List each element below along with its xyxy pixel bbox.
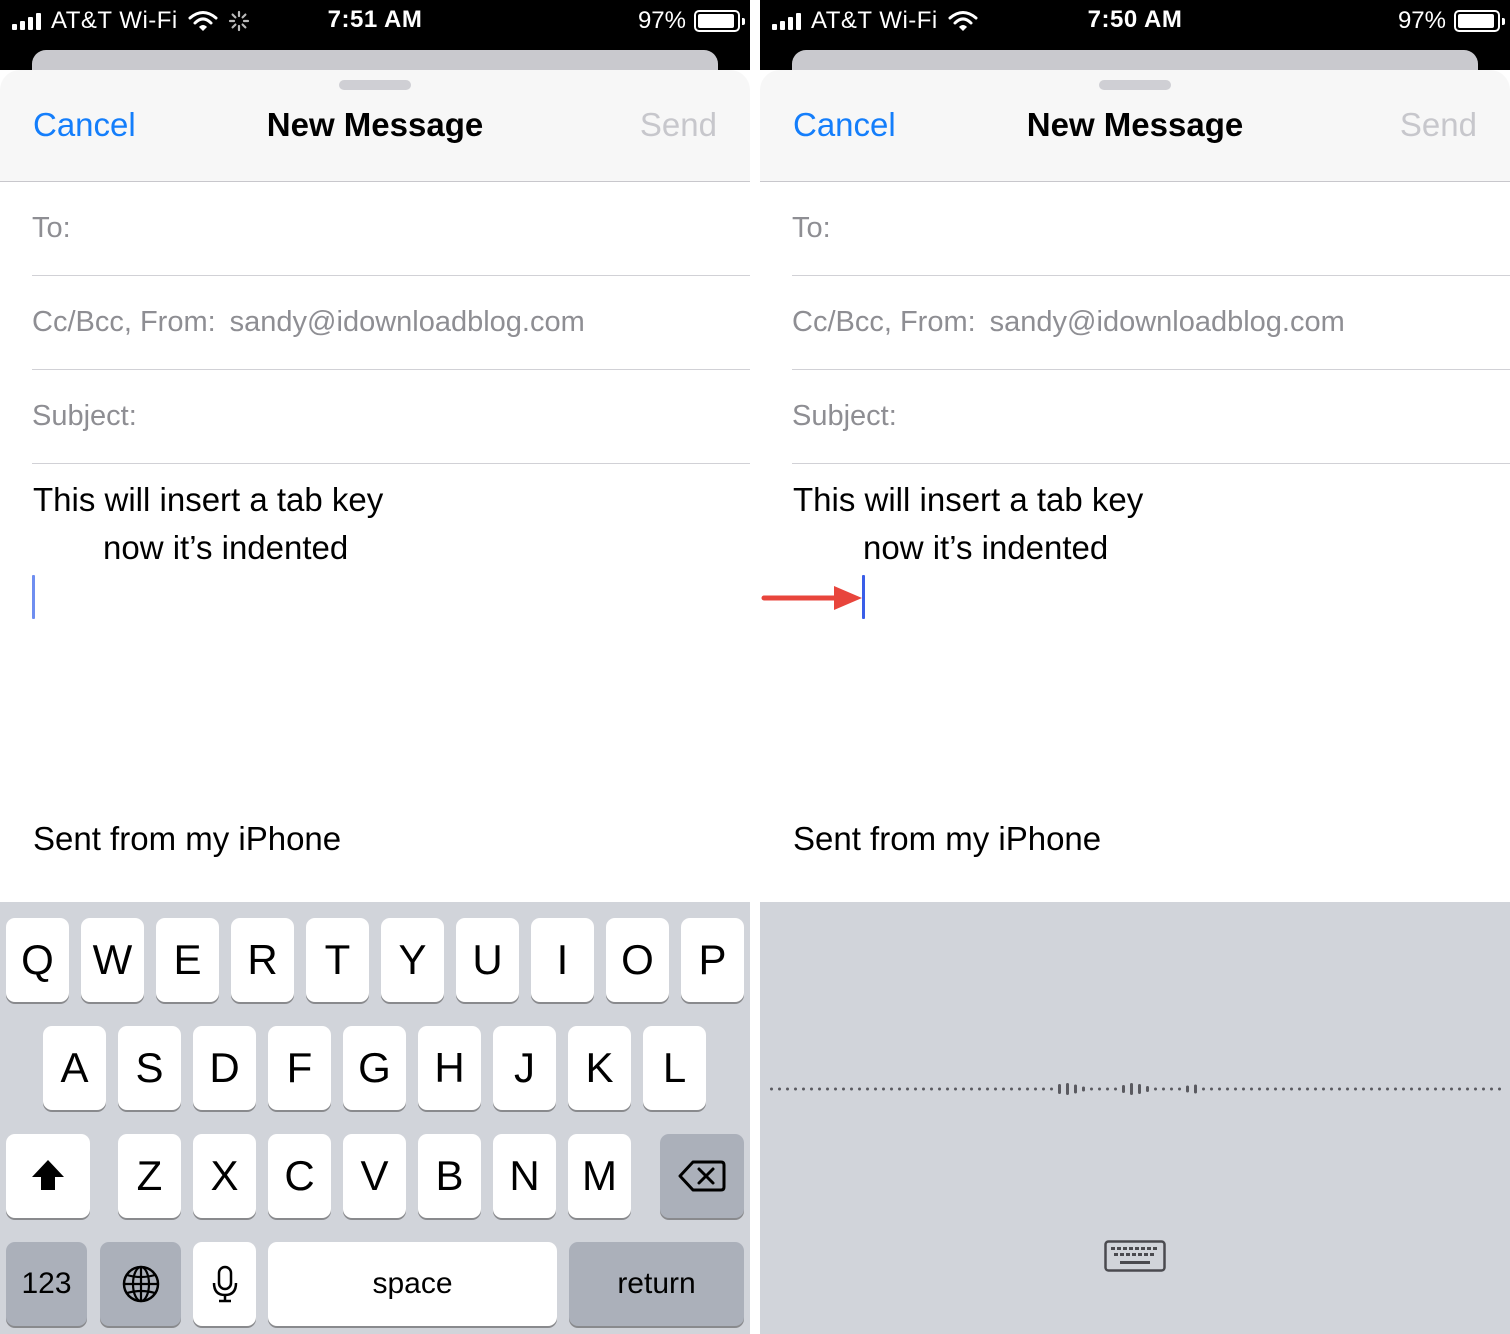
key-z[interactable]: Z — [118, 1134, 181, 1218]
red-arrow-icon — [761, 586, 862, 610]
compose-screen-right: AT&T Wi-Fi 7:50 AM 97% Cancel New Messag… — [760, 0, 1510, 1334]
to-label: To: — [32, 212, 71, 244]
shift-icon — [32, 1160, 64, 1190]
key-l[interactable]: L — [643, 1026, 706, 1110]
from-address: sandy@idownloadblog.com — [989, 306, 1345, 338]
compose-screen-left: AT&T Wi-Fi 7:51 AM 97% Cancel New Messag… — [0, 0, 750, 1334]
key-a[interactable]: A — [43, 1026, 106, 1110]
key-i[interactable]: I — [531, 918, 594, 1002]
send-button[interactable]: Send — [640, 106, 717, 144]
signature-text: Sent from my iPhone — [793, 820, 1102, 857]
to-label: To: — [792, 212, 831, 244]
battery-icon — [1454, 10, 1505, 32]
key-g[interactable]: G — [343, 1026, 406, 1110]
key-p[interactable]: P — [681, 918, 744, 1002]
cc-from-label: Cc/Bcc, From: — [792, 306, 976, 338]
subject-field[interactable]: Subject: — [32, 370, 750, 464]
cc-bcc-from-field[interactable]: Cc/Bcc, From: sandy@idownloadblog.com — [792, 276, 1510, 370]
send-button[interactable]: Send — [1400, 106, 1477, 144]
key-n[interactable]: N — [493, 1134, 556, 1218]
body-text-line-indented: now it’s indented — [103, 529, 349, 566]
key-c[interactable]: C — [268, 1134, 331, 1218]
key-q[interactable]: Q — [6, 918, 69, 1002]
key-e[interactable]: E — [156, 918, 219, 1002]
dictation-waveform-icon — [770, 1083, 1501, 1095]
key-k[interactable]: K — [568, 1026, 631, 1110]
key-y[interactable]: Y — [381, 918, 444, 1002]
signature-text: Sent from my iPhone — [33, 820, 342, 857]
microphone-icon — [212, 1265, 237, 1303]
panel-divider — [750, 0, 760, 1334]
compose-nav-bar: Cancel New Message Send — [760, 70, 1510, 182]
key-v[interactable]: V — [343, 1134, 406, 1218]
key-j[interactable]: J — [493, 1026, 556, 1110]
key-s[interactable]: S — [118, 1026, 181, 1110]
sheet-grabber[interactable] — [339, 80, 411, 90]
battery-percentage: 97% — [1397, 7, 1446, 34]
shift-key[interactable] — [6, 1134, 90, 1218]
key-u[interactable]: U — [456, 918, 519, 1002]
body-text-line-indented: now it’s indented — [863, 529, 1109, 566]
battery-icon — [694, 10, 745, 32]
cancel-button[interactable]: Cancel — [33, 106, 136, 144]
dictation-key[interactable] — [193, 1242, 256, 1326]
cancel-button[interactable]: Cancel — [793, 106, 896, 144]
cc-from-label: Cc/Bcc, From: — [32, 306, 216, 338]
return-key[interactable]: return — [569, 1242, 744, 1326]
key-x[interactable]: X — [193, 1134, 256, 1218]
keyboard-icon — [1104, 1240, 1166, 1272]
keyboard-toggle-button[interactable] — [1104, 1240, 1166, 1272]
key-b[interactable]: B — [418, 1134, 481, 1218]
key-m[interactable]: M — [568, 1134, 631, 1218]
body-text-line: This will insert a tab key — [793, 481, 1144, 518]
key-o[interactable]: O — [606, 918, 669, 1002]
status-right: 97% — [637, 6, 745, 36]
subject-field[interactable]: Subject: — [792, 370, 1510, 464]
key-f[interactable]: F — [268, 1026, 331, 1110]
to-field[interactable]: To: — [32, 182, 750, 276]
delete-key[interactable] — [660, 1134, 744, 1218]
compose-nav-bar: Cancel New Message Send — [0, 70, 750, 182]
to-field[interactable]: To: — [792, 182, 1510, 276]
sheet-grabber[interactable] — [1099, 80, 1171, 90]
cc-bcc-from-field[interactable]: Cc/Bcc, From: sandy@idownloadblog.com — [32, 276, 750, 370]
key-t[interactable]: T — [306, 918, 369, 1002]
globe-key[interactable] — [100, 1242, 181, 1326]
battery-percentage: 97% — [637, 7, 686, 34]
body-text-line: This will insert a tab key — [33, 481, 384, 518]
text-cursor — [32, 575, 35, 619]
delete-icon — [678, 1160, 726, 1192]
keyboard: Q W E R T Y U I O P A S D F G H J K L Z … — [0, 902, 750, 1334]
key-d[interactable]: D — [193, 1026, 256, 1110]
subject-label: Subject: — [32, 400, 137, 432]
status-right: 97% — [1397, 6, 1505, 36]
dictation-panel — [760, 902, 1510, 1334]
numbers-key[interactable]: 123 — [6, 1242, 87, 1326]
from-address: sandy@idownloadblog.com — [229, 306, 585, 338]
key-h[interactable]: H — [418, 1026, 481, 1110]
key-r[interactable]: R — [231, 918, 294, 1002]
space-key[interactable]: space — [268, 1242, 557, 1326]
globe-icon — [122, 1265, 159, 1303]
subject-label: Subject: — [792, 400, 897, 432]
key-w[interactable]: W — [81, 918, 144, 1002]
